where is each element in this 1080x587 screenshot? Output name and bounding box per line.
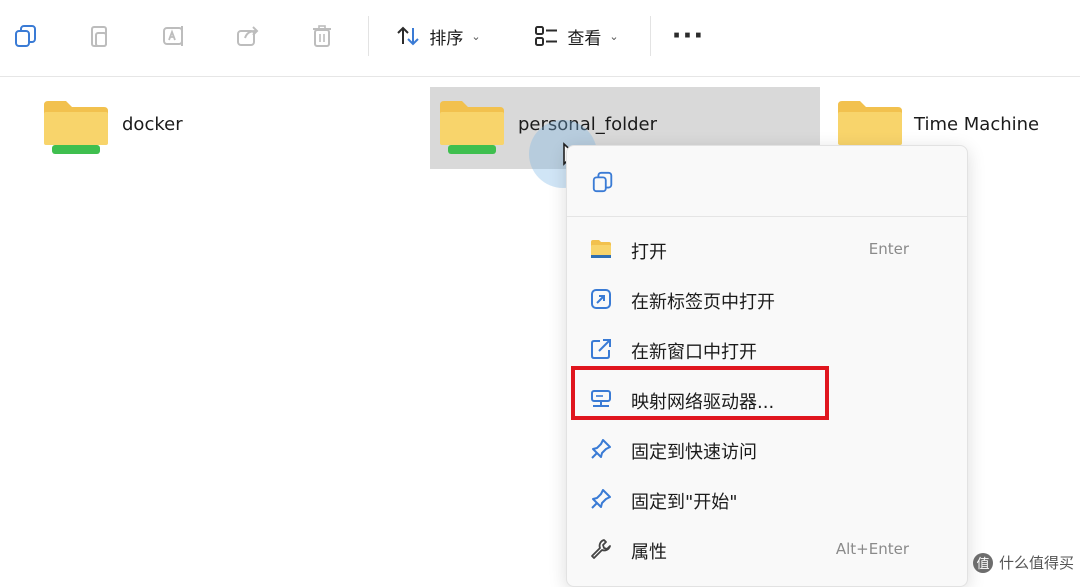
pin-icon [591,489,611,509]
copy-icon [15,25,36,47]
menu-item-pin-quick-access[interactable]: 固定到快速访问 [567,427,967,471]
view-list-icon [535,26,558,46]
chevron-down-icon: ⌄ [471,29,481,43]
context-menu-quick-actions [567,146,967,217]
menu-item-open-new-tab[interactable]: 在新标签页中打开 [567,277,967,321]
delete-button[interactable] [304,14,340,58]
rename-icon [163,26,183,46]
sort-arrows-icon [397,26,420,46]
share-icon [237,26,259,46]
menu-item-open[interactable]: 打开 Enter [567,227,967,271]
watermark-text: 什么值得买 [998,554,1074,572]
menu-item-label: 属性 [631,542,667,563]
menu-item-label: 固定到"开始" [631,492,738,513]
pin-icon [591,439,611,459]
folder-icon [591,240,611,258]
paste-icon [91,26,107,47]
share-button[interactable] [230,14,266,58]
folder-name: Time Machine [914,114,1040,135]
rename-button[interactable] [156,14,192,58]
menu-item-shortcut: Alt+Enter [835,540,909,558]
sort-button[interactable]: 排序 ⌄ [386,14,490,58]
copy-button[interactable] [591,170,615,198]
menu-item-properties[interactable]: 属性 Alt+Enter [567,527,967,571]
menu-item-label: 打开 [631,242,667,263]
toolbar-divider [368,16,369,56]
more-icon: ··· [671,21,705,51]
network-folder-icon [440,101,504,154]
menu-item-open-new-window[interactable]: 在新窗口中打开 [567,327,967,371]
watermark: 值 什么值得买 [972,552,1074,573]
menu-item-label: 固定到快速访问 [631,442,757,463]
wrench-icon [591,539,611,559]
menu-item-label: 在新标签页中打开 [631,292,775,313]
highlight-annotation-box [571,366,829,420]
more-options-button[interactable]: ··· [666,14,710,58]
chevron-down-icon: ⌄ [609,29,619,43]
trash-icon [313,25,331,47]
menu-item-pin-start[interactable]: 固定到"开始" [567,477,967,521]
watermark-logo: 值 [972,552,993,573]
paste-button[interactable] [82,14,118,58]
menu-item-label: 在新窗口中打开 [631,342,757,363]
menu-item-shortcut: Enter [868,240,909,258]
view-label: 查看 [567,28,602,49]
copy-icon [592,171,613,193]
view-button[interactable]: 查看 ⌄ [524,14,628,58]
new-tab-icon [591,289,611,309]
open-external-icon [591,339,611,359]
sort-label: 排序 [429,28,464,49]
command-bar: 排序 ⌄ 查看 ⌄ ··· [0,0,1080,77]
network-folder-icon [44,101,108,154]
toolbar-divider [650,16,651,56]
folder-item[interactable]: docker [34,87,414,169]
copy-path-button[interactable] [8,14,44,58]
folder-name: docker [122,114,183,135]
